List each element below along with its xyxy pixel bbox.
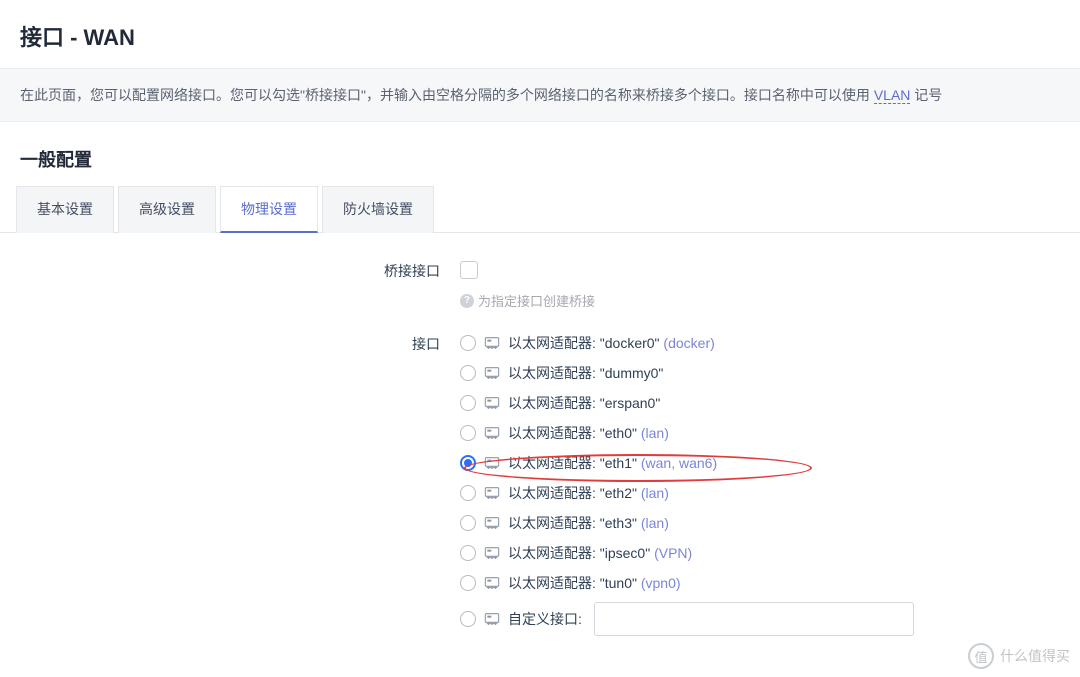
ethernet-icon <box>484 426 500 440</box>
interface-text: 以太网适配器: "eth2" (lan) <box>508 483 669 503</box>
interface-option[interactable]: 以太网适配器: "docker0" (docker) <box>460 332 1060 354</box>
section-title: 一般配置 <box>0 122 1080 186</box>
interface-text: 以太网适配器: "tun0" (vpn0) <box>508 573 681 593</box>
custom-interface-input[interactable] <box>594 602 914 636</box>
tab-basic[interactable]: 基本设置 <box>16 186 114 233</box>
interface-text: 以太网适配器: "eth1" (wan, wan6) <box>508 453 717 473</box>
tabs-bar: 基本设置 高级设置 物理设置 防火墙设置 <box>0 186 1080 233</box>
tab-physical[interactable]: 物理设置 <box>220 186 318 233</box>
bridge-checkbox[interactable] <box>460 261 478 279</box>
interface-option[interactable]: 以太网适配器: "tun0" (vpn0) <box>460 572 1060 594</box>
ethernet-icon <box>484 456 500 470</box>
tab-firewall[interactable]: 防火墙设置 <box>322 186 434 233</box>
ethernet-icon <box>484 612 500 626</box>
interface-option[interactable]: 以太网适配器: "eth1" (wan, wan6) <box>460 452 1060 474</box>
interface-option-custom[interactable]: 自定义接口: <box>460 608 1060 630</box>
info-text-prefix: 在此页面，您可以配置网络接口。您可以勾选"桥接接口"，并输入由空格分隔的多个网络… <box>20 87 874 103</box>
interface-radio[interactable] <box>460 455 476 471</box>
interface-note: (wan, wan6) <box>641 455 717 471</box>
interface-note: (lan) <box>641 425 669 441</box>
info-bar: 在此页面，您可以配置网络接口。您可以勾选"桥接接口"，并输入由空格分隔的多个网络… <box>0 68 1080 122</box>
interface-note: (vpn0) <box>641 575 681 591</box>
interface-option[interactable]: 以太网适配器: "eth2" (lan) <box>460 482 1060 504</box>
bridge-hint: 为指定接口创建桥接 <box>478 291 595 310</box>
interface-option[interactable]: 以太网适配器: "eth3" (lan) <box>460 512 1060 534</box>
interface-label: 接口 <box>20 332 460 354</box>
interface-radio[interactable] <box>460 395 476 411</box>
interface-text: 以太网适配器: "eth3" (lan) <box>508 513 669 533</box>
interface-radio[interactable] <box>460 545 476 561</box>
interface-note: (lan) <box>641 485 669 501</box>
ethernet-icon <box>484 576 500 590</box>
watermark-badge: 值 <box>968 643 994 669</box>
interface-radio[interactable] <box>460 575 476 591</box>
interface-list: 以太网适配器: "docker0" (docker) 以太网适配器: "dummy… <box>460 332 1060 630</box>
ethernet-icon <box>484 396 500 410</box>
ethernet-icon <box>484 546 500 560</box>
interface-option[interactable]: 以太网适配器: "ipsec0" (VPN) <box>460 542 1060 564</box>
watermark-text: 什么值得买 <box>1000 646 1070 666</box>
ethernet-icon <box>484 486 500 500</box>
ethernet-icon <box>484 336 500 350</box>
interface-note: (lan) <box>641 515 669 531</box>
interface-note: (VPN) <box>654 545 692 561</box>
interface-option[interactable]: 以太网适配器: "eth0" (lan) <box>460 422 1060 444</box>
hint-icon: ? <box>460 294 474 308</box>
page-title: 接口 - WAN <box>0 0 1080 68</box>
interface-radio[interactable] <box>460 611 476 627</box>
tab-advanced[interactable]: 高级设置 <box>118 186 216 233</box>
interface-radio[interactable] <box>460 515 476 531</box>
ethernet-icon <box>484 366 500 380</box>
interface-text: 以太网适配器: "ipsec0" (VPN) <box>508 543 692 563</box>
interface-text: 以太网适配器: "erspan0" <box>508 393 660 413</box>
bridge-label: 桥接接口 <box>20 257 460 281</box>
watermark: 值 什么值得买 <box>968 643 1070 669</box>
interface-text: 以太网适配器: "eth0" (lan) <box>508 423 669 443</box>
info-text-suffix: 记号 <box>910 87 942 103</box>
interface-radio[interactable] <box>460 485 476 501</box>
custom-interface-label: 自定义接口: <box>508 609 582 629</box>
interface-radio[interactable] <box>460 335 476 351</box>
vlan-link[interactable]: VLAN <box>874 87 911 104</box>
interface-note: (docker) <box>663 335 714 351</box>
interface-option[interactable]: 以太网适配器: "erspan0" <box>460 392 1060 414</box>
interface-text: 以太网适配器: "docker0" (docker) <box>508 333 715 353</box>
interface-option[interactable]: 以太网适配器: "dummy0" <box>460 362 1060 384</box>
interface-radio[interactable] <box>460 425 476 441</box>
interface-radio[interactable] <box>460 365 476 381</box>
interface-text: 以太网适配器: "dummy0" <box>508 363 663 383</box>
ethernet-icon <box>484 516 500 530</box>
